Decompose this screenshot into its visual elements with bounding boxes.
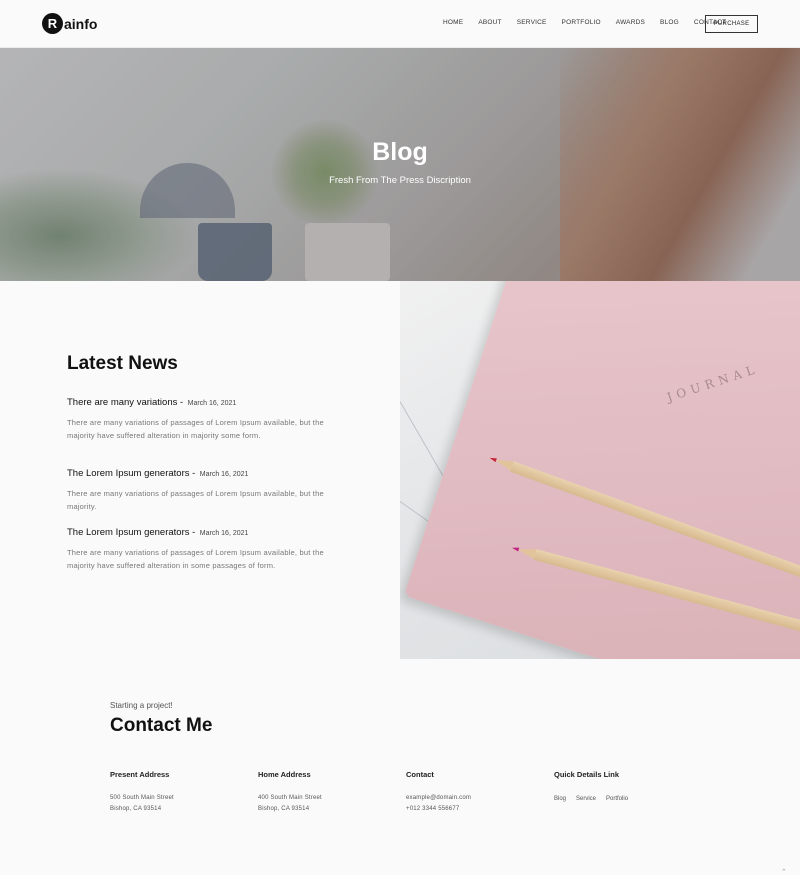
logo-text: ainfo [64, 15, 98, 32]
column-heading: Home Address [258, 770, 311, 779]
column-heading: Quick Details Link [554, 770, 620, 779]
nav-portfolio[interactable]: PORTFOLIO [562, 19, 601, 26]
news-description: There are many variations of passages of… [67, 548, 324, 570]
page-title: Blog [372, 138, 428, 166]
main-nav: HOME ABOUT SERVICE PORTFOLIO AWARDS BLOG… [443, 19, 741, 26]
address-line: Bishop, CA 93514 [258, 806, 310, 812]
news-heading[interactable]: There are many variations - [67, 397, 183, 408]
latest-news-section: Latest News There are many variations - … [0, 281, 400, 659]
quick-link-blog[interactable]: Blog [554, 796, 566, 802]
logo-mark: R [42, 13, 63, 34]
contact-column: Contact example@domain.com +012 3344 556… [406, 770, 546, 814]
site-header: R ainfo HOME ABOUT SERVICE PORTFOLIO AWA… [0, 0, 800, 48]
nav-blog[interactable]: BLOG [660, 19, 679, 26]
email-link[interactable]: example@domain.com [406, 794, 546, 803]
news-date: March 16, 2021 [187, 400, 237, 407]
purchase-button[interactable]: PURCHASE [705, 15, 758, 33]
news-heading-line: The Lorem Ipsum generators - March 16, 2… [67, 463, 337, 481]
contact-section: Starting a project! Contact Me Present A… [0, 659, 800, 875]
column-heading: Contact [406, 770, 434, 779]
logo[interactable]: R ainfo [42, 13, 97, 34]
news-heading[interactable]: The Lorem Ipsum generators - [67, 468, 195, 479]
news-description: There are many variations of passages of… [67, 489, 324, 511]
news-item: The Lorem Ipsum generators - March 16, 2… [67, 463, 337, 513]
news-heading-line: There are many variations - March 16, 20… [67, 392, 337, 410]
nav-awards[interactable]: AWARDS [616, 19, 645, 26]
journal-book [403, 281, 800, 659]
home-address-column: Home Address 400 South Main Street Bisho… [258, 770, 398, 814]
present-address-column: Present Address 500 South Main Street Bi… [110, 770, 250, 814]
address-line: Bishop, CA 93514 [110, 806, 162, 812]
quick-link-service[interactable]: Service [576, 796, 596, 802]
quick-link-portfolio[interactable]: Portfolio [606, 796, 628, 802]
news-heading[interactable]: The Lorem Ipsum generators - [67, 527, 195, 538]
page-subtitle: Fresh From The Press Discription [329, 175, 471, 186]
scroll-top-icon[interactable]: ⌃ [781, 868, 787, 875]
column-heading: Present Address [110, 770, 170, 779]
quick-links-column: Quick Details Link Blog Service Portfoli… [554, 770, 694, 802]
nav-home[interactable]: HOME [443, 19, 463, 26]
journal-photo: JOURNAL [400, 281, 800, 659]
address-line: 400 South Main Street [258, 795, 322, 801]
hero-banner: Blog Fresh From The Press Discription [0, 48, 800, 281]
latest-news-title: Latest News [67, 353, 178, 374]
nav-about[interactable]: ABOUT [478, 19, 501, 26]
news-description: There are many variations of passages of… [67, 418, 324, 440]
contact-kicker: Starting a project! [110, 701, 173, 710]
contact-title: Contact Me [110, 715, 213, 736]
news-date: March 16, 2021 [199, 530, 249, 537]
news-heading-line: The Lorem Ipsum generators - March 16, 2… [67, 522, 337, 540]
news-item: The Lorem Ipsum generators - March 16, 2… [67, 522, 337, 572]
news-item: There are many variations - March 16, 20… [67, 392, 337, 442]
nav-service[interactable]: SERVICE [517, 19, 547, 26]
phone-link[interactable]: +012 3344 556677 [406, 805, 546, 814]
news-date: March 16, 2021 [199, 471, 249, 478]
address-line: 500 South Main Street [110, 795, 174, 801]
